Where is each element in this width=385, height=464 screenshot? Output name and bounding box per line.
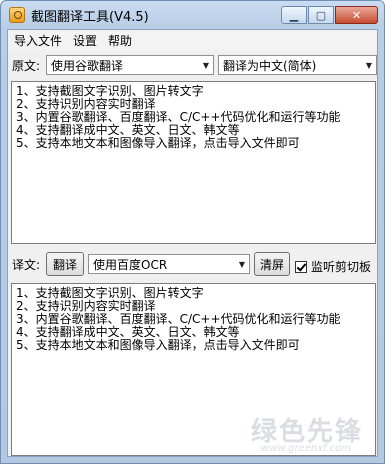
clipboard-monitor-label: 监听剪切板	[311, 260, 372, 274]
close-icon: ✕	[351, 8, 362, 22]
maximize-icon: ▢	[315, 8, 327, 22]
source-label: 原文:	[12, 58, 41, 73]
menu-import-file[interactable]: 导入文件	[8, 32, 67, 49]
chevron-down-icon[interactable]: ▼	[362, 56, 376, 74]
checkmark-icon[interactable]	[295, 260, 307, 273]
app-window: 截图翻译工具(V4.5) ▁ ▢ ✕ 导入文件 设置 帮助 原文: 使用谷歌翻译…	[0, 0, 385, 464]
chevron-down-icon[interactable]: ▼	[235, 255, 249, 273]
translation-label: 译文:	[12, 257, 41, 272]
app-icon	[9, 7, 25, 23]
window-title: 截图翻译工具(V4.5)	[31, 9, 149, 25]
watermark-url: www.greenxf.com	[261, 443, 351, 454]
ocr-engine-select[interactable]: 使用百度OCR ▼	[88, 254, 250, 274]
caption-buttons: ▁ ▢ ✕	[280, 6, 378, 24]
maximize-button[interactable]: ▢	[308, 6, 334, 24]
client-area: 导入文件 设置 帮助 原文: 使用谷歌翻译 ▼ 翻译为中文(简体) ▼ 1、支持…	[7, 29, 378, 457]
ocr-engine-value: 使用百度OCR	[93, 257, 168, 272]
menu-settings[interactable]: 设置	[67, 32, 102, 49]
target-language-select[interactable]: 翻译为中文(简体) ▼	[218, 55, 377, 75]
translate-engine-value: 使用谷歌翻译	[51, 58, 124, 73]
minimize-icon: ▁	[289, 8, 299, 22]
clipboard-monitor-checkbox[interactable]: 监听剪切板	[295, 258, 371, 275]
menu-help[interactable]: 帮助	[102, 32, 137, 49]
title-bar[interactable]: 截图翻译工具(V4.5) ▁ ▢ ✕	[1, 1, 384, 29]
translate-button[interactable]: 翻译	[46, 252, 84, 276]
minimize-button[interactable]: ▁	[281, 6, 307, 24]
source-text-area[interactable]: 1、支持截图文字识别、图片转文字 2、支持识别内容实时翻译 3、内置谷歌翻译、百…	[11, 81, 376, 244]
translate-engine-select[interactable]: 使用谷歌翻译 ▼	[46, 55, 214, 75]
target-language-value: 翻译为中文(简体)	[223, 58, 317, 73]
chevron-down-icon[interactable]: ▼	[199, 56, 213, 74]
close-button[interactable]: ✕	[335, 6, 378, 24]
clear-screen-button[interactable]: 清屏	[254, 252, 290, 276]
menu-bar: 导入文件 设置 帮助	[8, 30, 377, 50]
